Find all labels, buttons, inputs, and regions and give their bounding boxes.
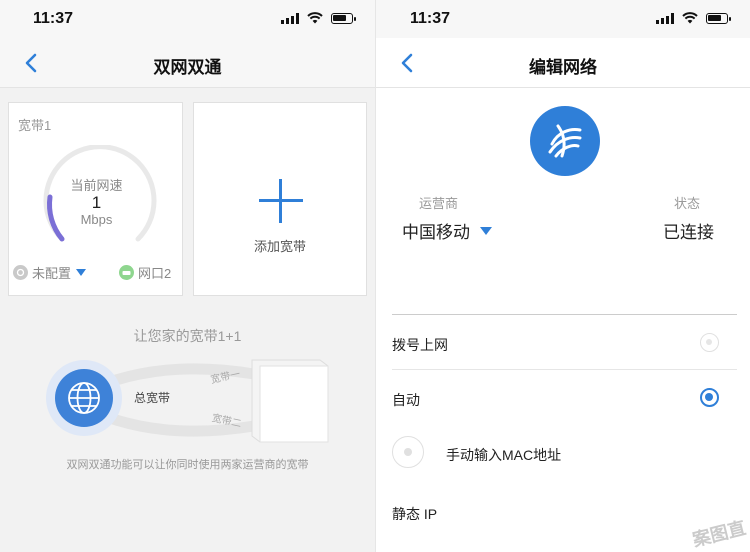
illustration-title: 让您家的宽带1+1 [133, 328, 242, 344]
illustration-caption: 双网双通功能可以让你同时使用两家运营商的宽带 [66, 459, 309, 471]
status-bar: 11:37 [376, 0, 750, 38]
speed-unit: Mbps [80, 212, 113, 227]
config-status-dropdown[interactable]: 未配置 [13, 263, 87, 282]
operator-label: 运营商 [419, 196, 459, 211]
status-icons [281, 12, 356, 24]
page-title: 双网双通 [153, 58, 222, 77]
status-time: 11:37 [410, 10, 451, 27]
port-text: 网口2 [138, 266, 172, 281]
status-bar: 11:37 [0, 0, 375, 38]
page-title: 编辑网络 [529, 58, 597, 77]
broadband-card-label: 宽带1 [18, 118, 52, 133]
edit-network-screen: 11:37 编辑网络 运营商 状态 中国移动 已连接 拨号上网 自动 手动输入M… [375, 0, 750, 552]
operator-value: 中国移动 [402, 223, 470, 242]
status-label: 状态 [674, 196, 701, 211]
option-label: 手动输入MAC地址 [446, 447, 562, 463]
add-broadband-card[interactable]: 添加宽带 [193, 102, 367, 296]
total-bandwidth-label: 总宽带 [134, 390, 170, 405]
wifi-icon [307, 12, 323, 24]
option-manual-mac[interactable]: 手动输入MAC地址 [392, 424, 737, 484]
option-auto[interactable]: 自动 [392, 369, 737, 424]
status-icons [656, 12, 731, 24]
china-mobile-logo [530, 106, 600, 176]
add-broadband-label: 添加宽带 [253, 239, 306, 254]
nav-bar: 编辑网络 [376, 38, 750, 88]
router-device-icon [251, 359, 329, 443]
option-label: 自动 [392, 392, 420, 408]
operator-dropdown[interactable]: 中国移动 [402, 218, 492, 243]
connection-status: 已连接 [663, 223, 714, 242]
option-label: 静态 IP [392, 506, 438, 522]
chevron-down-icon [76, 269, 87, 276]
plus-icon [259, 179, 303, 223]
option-pppoe[interactable]: 拨号上网 [392, 314, 737, 369]
config-status-text: 未配置 [32, 266, 72, 281]
dual-broadband-illustration: 总宽带 宽带一 宽带二 [46, 359, 329, 443]
speed-label: 当前网速 [70, 178, 123, 193]
router-icon [119, 265, 134, 280]
battery-icon [331, 12, 356, 24]
dual-network-screen: 11:37 双网双通 宽带1 当前网速 1 Mbps 未配置 网口2 添加宽带 … [0, 0, 375, 552]
chevron-down-icon [480, 226, 492, 235]
status-time: 11:37 [33, 10, 74, 27]
option-label: 拨号上网 [392, 337, 448, 353]
connection-type-list: 拨号上网 自动 手动输入MAC地址 静态 IP [392, 314, 737, 539]
radio-button-selected[interactable] [700, 388, 719, 407]
signal-icon [656, 12, 674, 24]
signal-icon [281, 12, 299, 24]
broadband-card-1[interactable]: 宽带1 当前网速 1 Mbps 未配置 网口2 [8, 102, 183, 296]
nav-bar: 双网双通 [0, 38, 375, 88]
port-info: 网口2 [119, 263, 171, 282]
config-icon [13, 265, 28, 280]
battery-icon [706, 12, 731, 24]
radio-button[interactable] [392, 436, 424, 468]
option-static-ip[interactable]: 静态 IP [392, 484, 737, 539]
radio-button[interactable] [700, 333, 719, 352]
speed-value: 1 [91, 193, 102, 212]
speed-readout: 当前网速 1 Mbps [9, 175, 184, 227]
card-footer: 未配置 网口2 [9, 263, 182, 283]
wifi-icon [682, 12, 698, 24]
